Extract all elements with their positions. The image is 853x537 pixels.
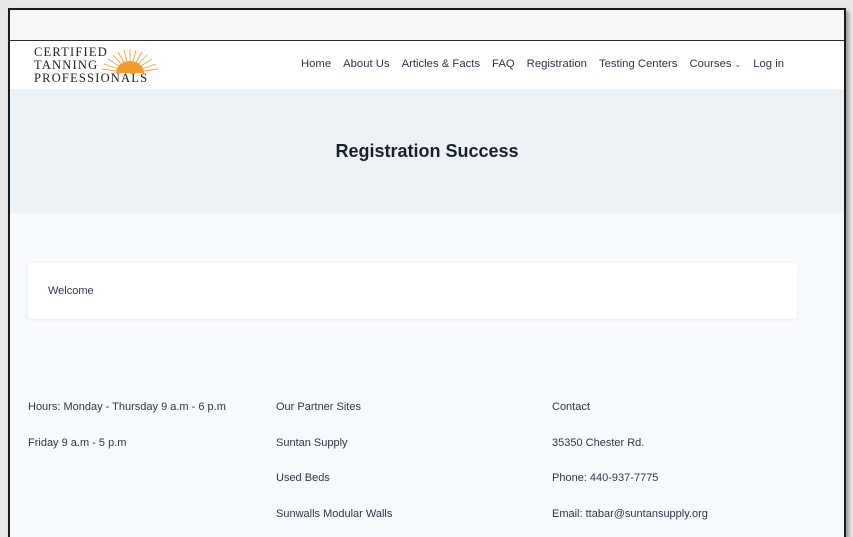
footer-link-used-beds[interactable]: Used Beds <box>276 472 330 484</box>
footer-email: Email: ttabar@suntansupply.org <box>552 507 708 520</box>
nav-about-us[interactable]: About Us <box>337 58 395 70</box>
nav-articles-facts[interactable]: Articles & Facts <box>396 58 486 70</box>
chevron-down-icon: ⌄ <box>734 59 742 69</box>
main-nav: Home About Us Articles & Facts FAQ Regis… <box>295 58 790 70</box>
footer-partners-heading: Our Partner Sites <box>276 401 361 413</box>
welcome-card: Welcome <box>28 263 797 319</box>
browser-top-bar <box>10 10 844 41</box>
nav-testing-centers[interactable]: Testing Centers <box>593 58 684 70</box>
footer-hours-friday: Friday 9 a.m - 5 p.m <box>28 436 127 449</box>
nav-courses-label: Courses <box>689 58 732 70</box>
nav-courses[interactable]: Courses ⌄ <box>683 58 747 70</box>
page-content: Welcome Hours: Monday - Thursday 9 a.m -… <box>10 213 844 537</box>
footer-link-suntan-supply[interactable]: Suntan Supply <box>276 437 348 449</box>
footer-contact-column: Contact 35350 Chester Rd. Phone: 440-937… <box>552 401 708 537</box>
site-logo[interactable]: CERTIFIED TANNING PROFESSIONALS <box>34 46 174 86</box>
page-title: Registration Success <box>335 140 519 161</box>
nav-registration[interactable]: Registration <box>521 58 593 70</box>
footer-hours-weekday: Hours: Monday - Thursday 9 a.m - 6 p.m <box>28 401 226 413</box>
nav-log-in[interactable]: Log in <box>747 58 790 70</box>
nav-home[interactable]: Home <box>295 58 337 70</box>
footer-contact-heading: Contact <box>552 401 590 413</box>
footer-hours-column: Hours: Monday - Thursday 9 a.m - 6 p.m F… <box>28 401 226 472</box>
site-header: CERTIFIED TANNING PROFESSIONALS Home Abo… <box>10 41 844 89</box>
nav-faq[interactable]: FAQ <box>486 58 521 70</box>
sun-icon <box>101 49 159 74</box>
welcome-text: Welcome <box>48 285 94 297</box>
footer-address: 35350 Chester Rd. <box>552 436 645 449</box>
page-hero: Registration Success <box>10 89 844 213</box>
browser-window: CERTIFIED TANNING PROFESSIONALS Home Abo… <box>8 8 846 537</box>
footer-phone: Phone: 440-937-7775 <box>552 472 659 484</box>
footer-link-sunwalls[interactable]: Sunwalls Modular Walls <box>276 508 392 520</box>
footer-partners-column: Our Partner Sites Suntan Supply Used Bed… <box>276 401 392 537</box>
